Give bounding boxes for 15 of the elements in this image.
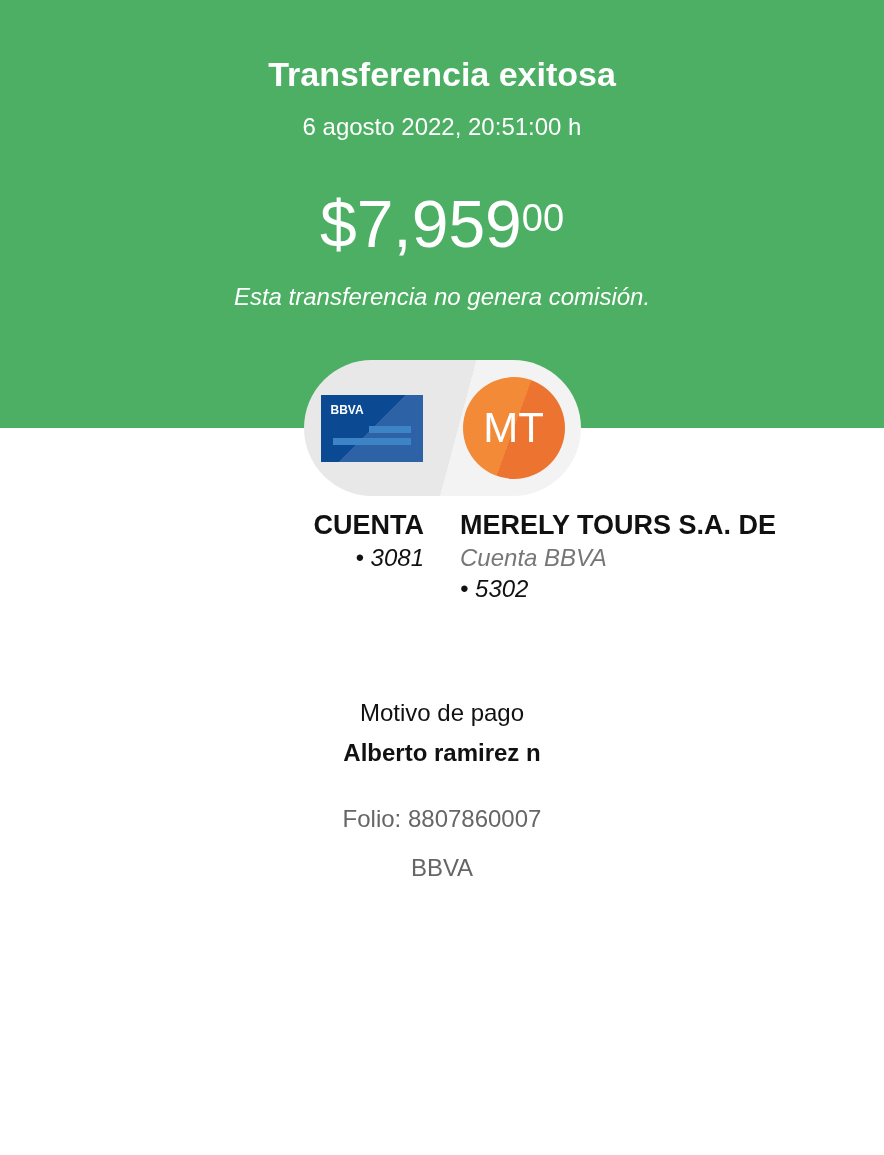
card-brand: BBVA [330,402,364,417]
transfer-date: 6 agosto 2022, 20:51:00 h [302,112,582,142]
screen-title: Transferencia exitosa [268,54,616,95]
account-number: • 3081 [355,543,424,573]
bank-name: BBVA [410,853,474,883]
payment-reason-label: Motivo de pago [359,698,525,728]
commission-note: Esta transferencia no genera comisión. [233,282,651,312]
folio-number: Folio: 8807860007 [342,804,542,834]
recipient-initials: MT [483,404,544,452]
account-number: • 5302 [460,574,529,604]
transfer-amount: $7,959$^{00}$ [319,186,565,262]
recipient-bank: Cuenta BBVA [460,543,607,573]
payment-reason: Alberto ramirez n [343,738,541,768]
recipient-name: MERELY TOURS S.A. DE [460,509,777,542]
origin-name: CUENTA [313,509,424,542]
